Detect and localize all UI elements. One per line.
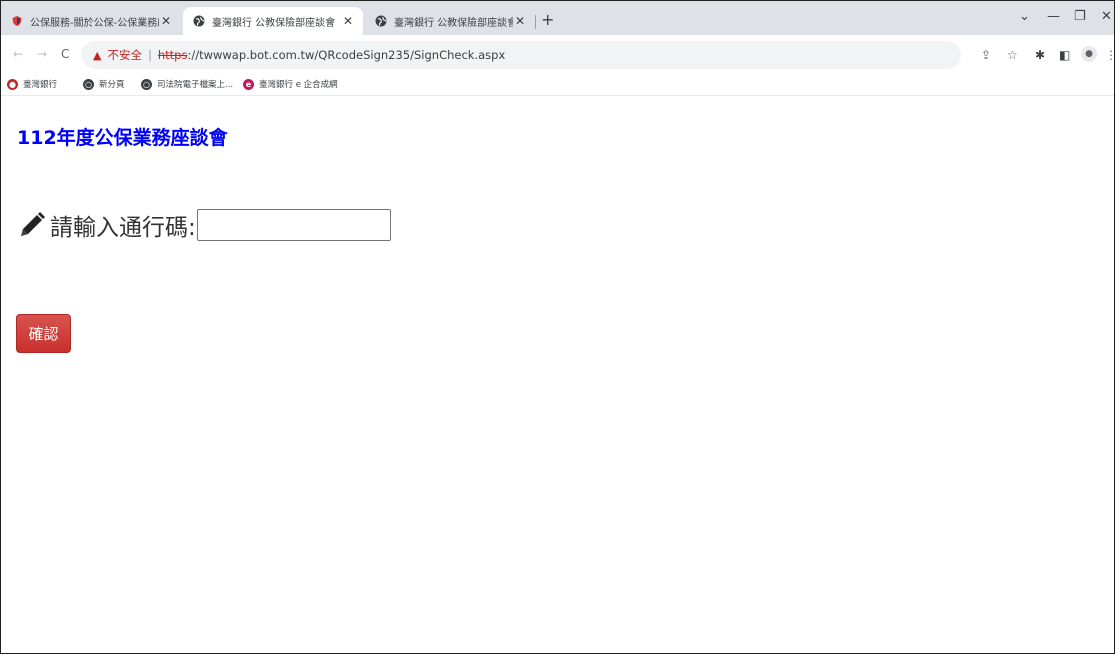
minimize-icon[interactable]: —	[1047, 9, 1060, 24]
tab-search-icon[interactable]: ⌄	[1019, 9, 1030, 24]
close-tab-icon[interactable]: ✕	[513, 14, 527, 28]
e-icon: e	[243, 78, 254, 90]
bookmark-label: 司法院電子檔案上...	[157, 80, 234, 90]
address-bar[interactable]: ▲ 不安全 | https ://twwwap.bot.com.tw/QRcod…	[81, 41, 961, 69]
tab-separator	[535, 15, 536, 29]
menu-icon[interactable]: ⋮	[1105, 48, 1114, 62]
tab-strip: 公保服務-關於公保-公保業務座談 ✕ 臺灣銀行 公教保險部座談會 ✕ 臺灣銀行 …	[1, 1, 1114, 35]
bookmark-label: 新分頁	[99, 80, 125, 90]
new-tab-button[interactable]: +	[541, 10, 554, 29]
restore-icon[interactable]: ❐	[1074, 9, 1086, 24]
address-divider: |	[147, 48, 152, 62]
warning-icon[interactable]: ▲	[93, 49, 101, 62]
bookmark-label: 臺灣銀行 e 企合成網	[259, 80, 338, 90]
bank-icon: ●	[7, 78, 18, 90]
extensions-icon[interactable]: ✱	[1035, 48, 1045, 62]
bookmark-star-icon[interactable]: ☆	[1007, 48, 1018, 62]
url-text: ://twwwap.bot.com.tw/QRcodeSign235/SignC…	[187, 48, 506, 62]
bookmark-item[interactable]: ● 臺灣銀行	[7, 78, 57, 90]
passcode-label: 請輸入通行碼:	[50, 215, 196, 241]
globe-icon	[193, 15, 205, 27]
url-scheme: https	[157, 48, 188, 62]
passcode-input[interactable]	[196, 209, 391, 241]
tab-title: 公保服務-關於公保-公保業務座談	[30, 17, 159, 29]
security-label[interactable]: 不安全	[107, 47, 142, 63]
bookmark-label: 臺灣銀行	[23, 80, 58, 90]
pencil-icon	[21, 212, 45, 236]
tab-title: 臺灣銀行 公教保險部座談會	[394, 17, 513, 29]
globe-icon: ○	[83, 78, 94, 90]
share-icon[interactable]: ⇪	[981, 48, 991, 62]
close-window-icon[interactable]: ✕	[1101, 9, 1112, 24]
confirm-button[interactable]: 確認	[16, 314, 71, 353]
bookmark-item[interactable]: ○ 司法院電子檔案上...	[141, 78, 233, 90]
back-icon[interactable]: ←	[13, 47, 23, 61]
close-tab-icon[interactable]: ✕	[159, 14, 173, 28]
globe-icon	[375, 15, 387, 27]
close-tab-icon[interactable]: ✕	[341, 14, 355, 28]
tab-2[interactable]: 臺灣銀行 公教保險部座談會 ✕	[365, 7, 535, 35]
browser-window: 公保服務-關於公保-公保業務座談 ✕ 臺灣銀行 公教保險部座談會 ✕ 臺灣銀行 …	[0, 0, 1115, 654]
globe-icon: ○	[141, 78, 152, 90]
profile-icon[interactable]: ●	[1081, 46, 1097, 62]
side-panel-icon[interactable]: ◧	[1059, 48, 1070, 62]
bookmark-item[interactable]: e 臺灣銀行 e 企合成網	[243, 78, 338, 90]
bookmarks-bar: ● 臺灣銀行 ○ 新分頁 ○ 司法院電子檔案上... e 臺灣銀行 e 企合成網	[1, 75, 1114, 96]
reload-icon[interactable]: C	[61, 47, 69, 61]
page-title: 112年度公保業務座談會	[17, 127, 228, 149]
tab-0[interactable]: 公保服務-關於公保-公保業務座談 ✕	[1, 7, 181, 35]
tab-1[interactable]: 臺灣銀行 公教保險部座談會 ✕	[183, 7, 363, 35]
bookmark-item[interactable]: ○ 新分頁	[83, 78, 125, 90]
forward-icon[interactable]: →	[37, 47, 47, 61]
shield-icon	[11, 15, 23, 27]
tab-title: 臺灣銀行 公教保險部座談會	[212, 17, 336, 29]
passcode-row: 請輸入通行碼:	[17, 205, 391, 245]
browser-toolbar: ← → C ▲ 不安全 | https ://twwwap.bot.com.tw…	[1, 35, 1114, 75]
